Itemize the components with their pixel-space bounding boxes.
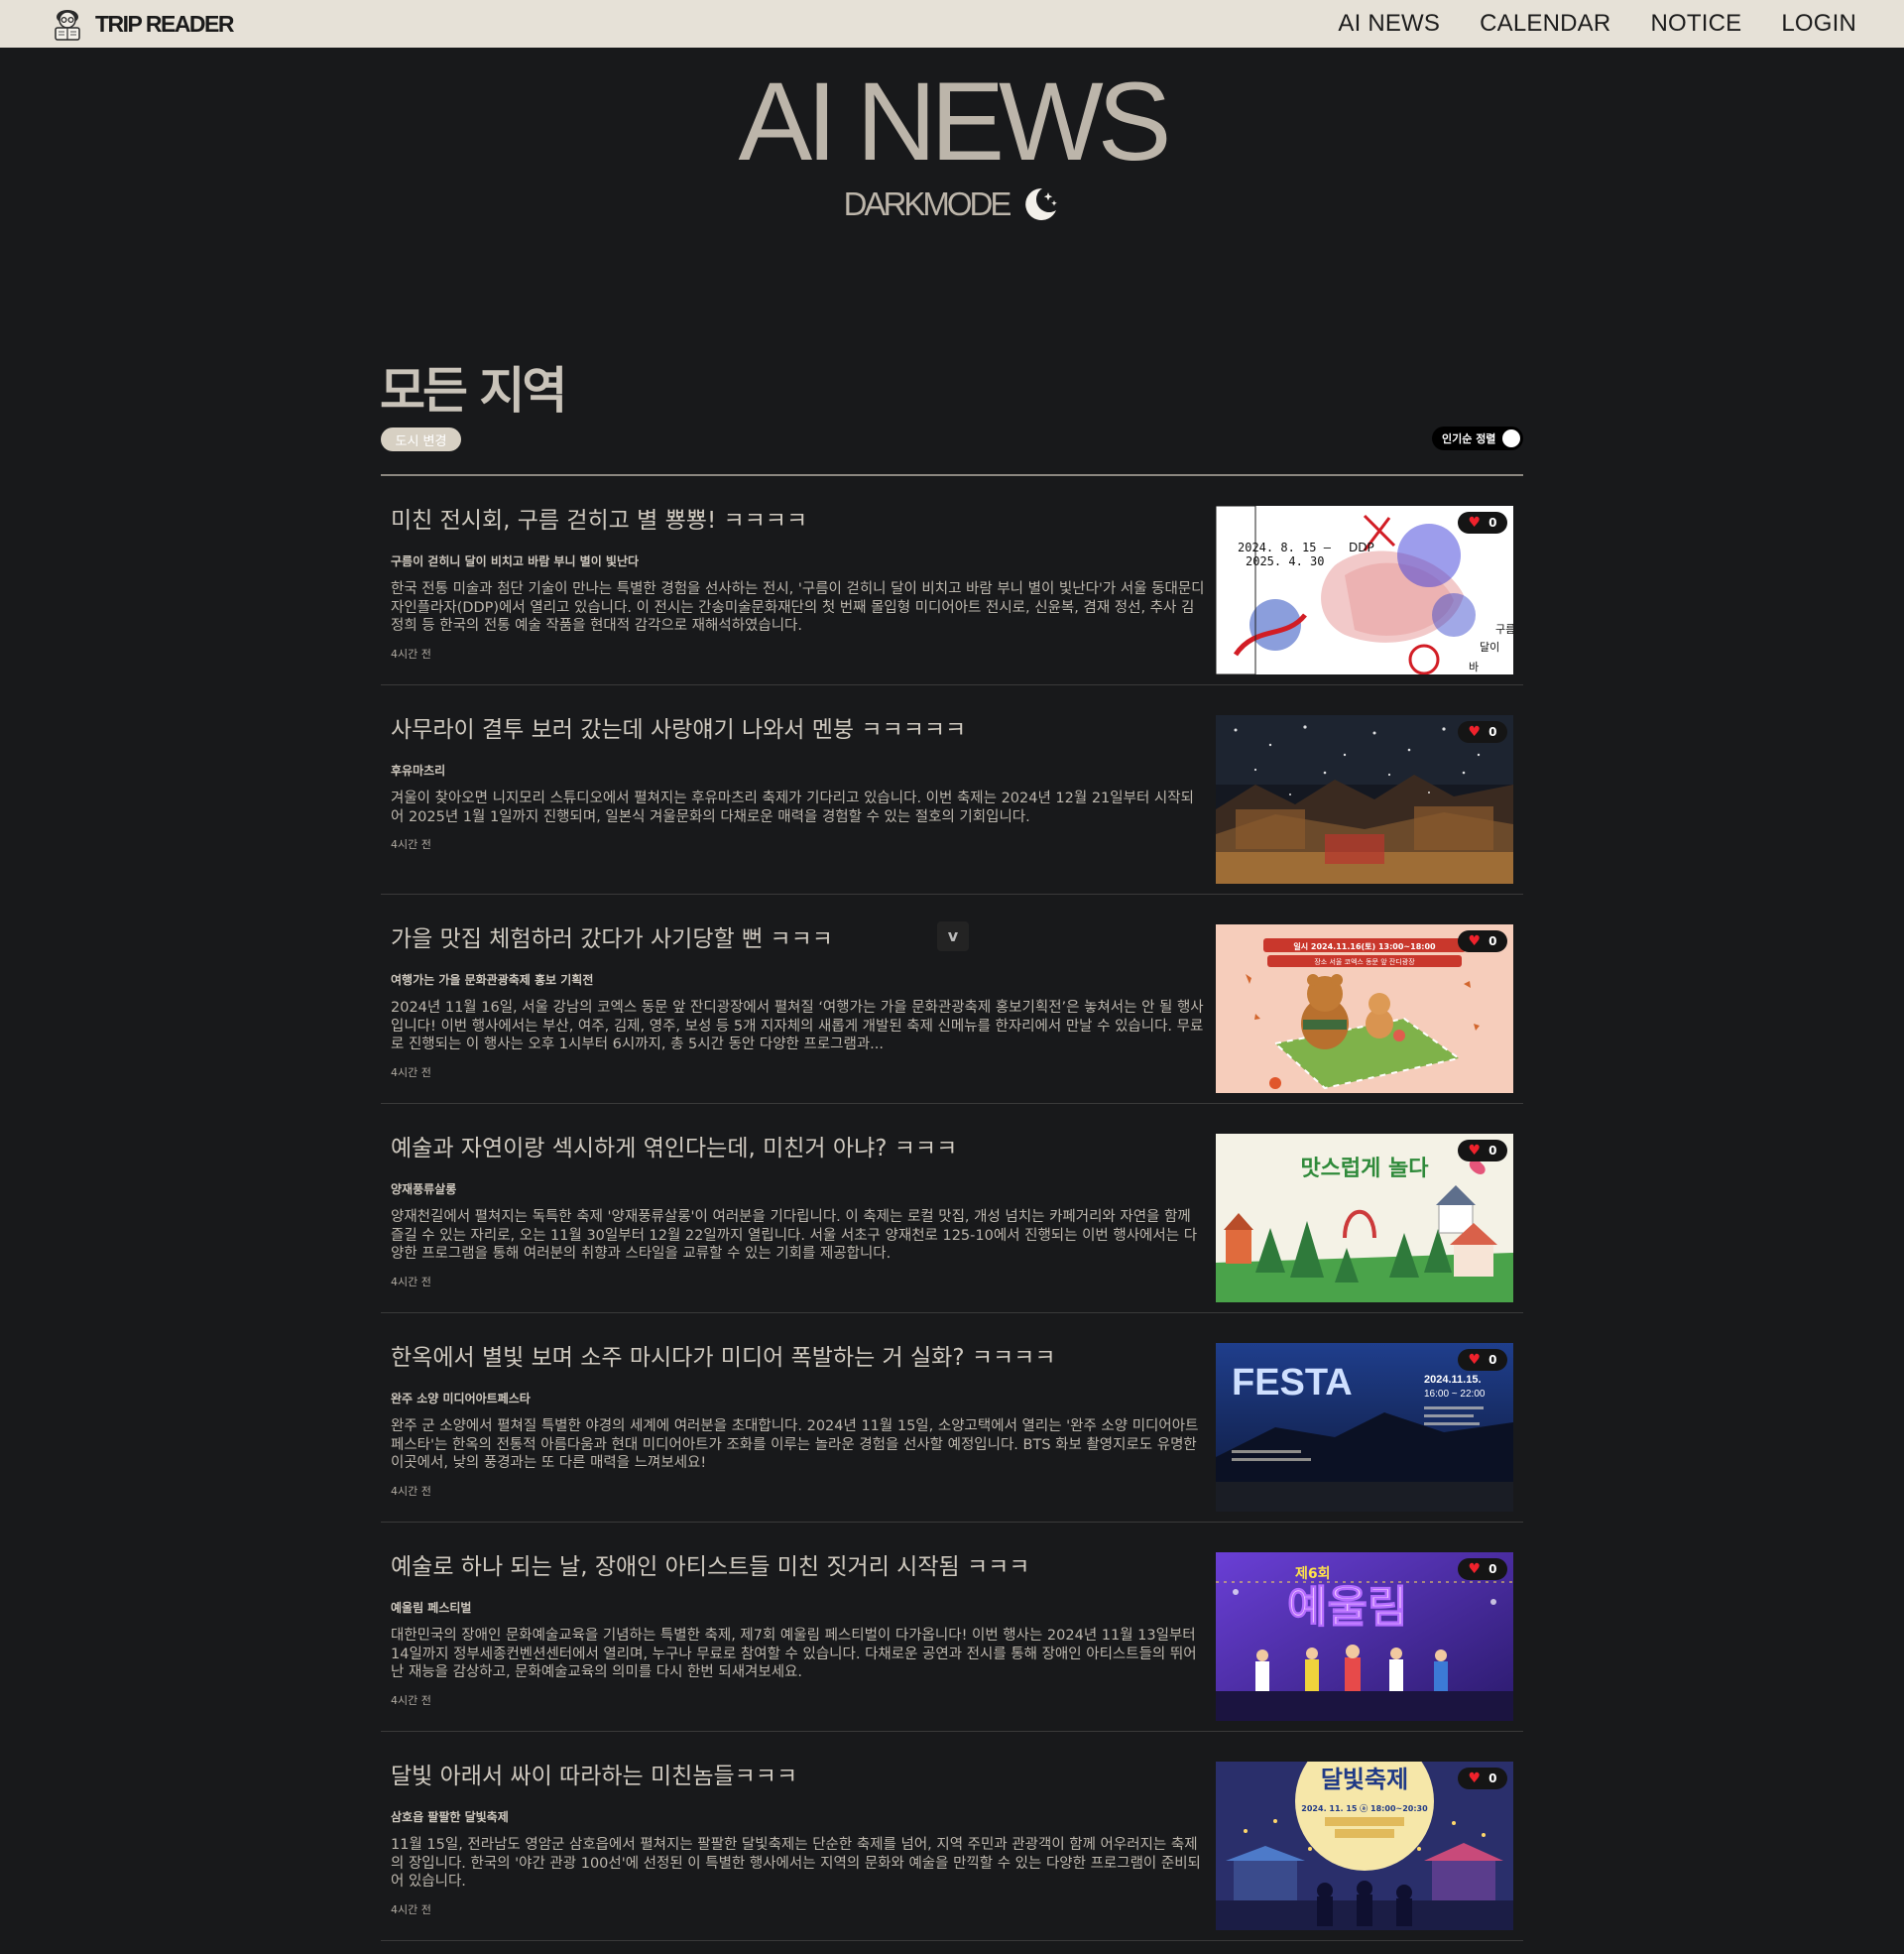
like-count: 0 bbox=[1488, 1771, 1497, 1785]
news-card-subtitle: 완주 소양 미디어아트페스타 bbox=[391, 1392, 531, 1405]
brand-name: TRIP READER bbox=[95, 10, 235, 37]
like-count: 0 bbox=[1488, 1562, 1497, 1576]
brand-home-link[interactable]: TRIP READER bbox=[48, 6, 235, 42]
poster-moon-date: 2024. 11. 15 ⓐ 18:00~20:30 bbox=[1301, 1803, 1428, 1813]
news-card-title[interactable]: 미친 전시회, 구름 걷히고 별 뿅뿅! ㅋㅋㅋㅋ bbox=[391, 506, 1184, 536]
news-card-thumbnail[interactable]: ♥ 0 bbox=[1216, 715, 1513, 884]
poster-edition: 제6회 bbox=[1295, 1566, 1331, 1582]
like-button[interactable]: ♥ 0 bbox=[1458, 1140, 1507, 1161]
news-card-thumbnail[interactable]: 제6회 예울림 ♥ 0 bbox=[1216, 1552, 1513, 1721]
region-title: 모든 지역 bbox=[380, 362, 567, 420]
news-card-title[interactable]: 한옥에서 별빛 보며 소주 마시다가 미디어 폭발하는 거 실화? ㅋㅋㅋㅋ bbox=[391, 1343, 1184, 1373]
news-card-subtitle: 삼호읍 팔팔한 달빛축제 bbox=[391, 1810, 509, 1824]
poster-festival-name: 예울림 bbox=[1287, 1582, 1407, 1633]
heart-icon: ♥ bbox=[1468, 1771, 1482, 1786]
poster-venue: DDP bbox=[1349, 541, 1374, 554]
poster-vertical-text-3: 바 bbox=[1469, 661, 1479, 673]
news-card-description: 한국 전통 미술과 첨단 기술이 만나는 특별한 경험을 선사하는 전시, '구… bbox=[391, 581, 1205, 634]
news-card-title[interactable]: 가을 맛집 체험하러 갔다가 사기당할 뻔 ㅋㅋㅋ bbox=[391, 924, 1184, 954]
poster-moon-title: 달빛축제 bbox=[1321, 1766, 1408, 1793]
heart-icon: ♥ bbox=[1468, 1143, 1482, 1159]
main-nav: AI NEWS CALENDAR NOTICE LOGIN bbox=[1298, 0, 1856, 48]
nav-link-login[interactable]: LOGIN bbox=[1781, 10, 1856, 38]
like-count: 0 bbox=[1488, 1353, 1497, 1367]
news-card-subtitle: 여행가는 가을 문화관광축제 홍보 기획전 bbox=[391, 973, 594, 987]
heart-icon: ♥ bbox=[1468, 1352, 1482, 1368]
news-card-time: 4시간 전 bbox=[391, 1903, 431, 1916]
news-card-thumbnail[interactable]: 일시 2024.11.16(토) 13:00~18:00 장소 서울 코엑스 동… bbox=[1216, 924, 1513, 1093]
nav-link-calendar[interactable]: CALENDAR bbox=[1480, 10, 1610, 38]
news-card[interactable]: 달빛 아래서 싸이 따라하는 미친놈들ㅋㅋㅋ 삼호읍 팔팔한 달빛축제 11월 … bbox=[381, 1732, 1523, 1941]
news-card-subtitle: 양재풍류살롱 bbox=[391, 1182, 457, 1196]
nav-link-notice[interactable]: NOTICE bbox=[1650, 10, 1741, 38]
news-card[interactable]: 사무라이 결투 보러 갔는데 사랑얘기 나와서 멘붕 ㅋㅋㅋㅋㅋ 후유마츠리 겨… bbox=[381, 685, 1523, 895]
heart-icon: ♥ bbox=[1468, 515, 1482, 531]
poster-place: 장소 서울 코엑스 동문 앞 잔디광장 bbox=[1314, 957, 1415, 966]
news-card[interactable]: 예술로 하나 되는 날, 장애인 아티스트들 미친 짓거리 시작됨 ㅋㅋㅋ 예울… bbox=[381, 1523, 1523, 1732]
news-card-description: 완주 군 소양에서 펼쳐질 특별한 야경의 세계에 여러분을 초대합니다. 20… bbox=[391, 1418, 1199, 1471]
news-card-title[interactable]: 달빛 아래서 싸이 따라하는 미친놈들ㅋㅋㅋ bbox=[391, 1762, 1184, 1791]
news-card-description: 11월 15일, 전라남도 영암군 삼호읍에서 펼쳐지는 팔팔한 달빛축제는 단… bbox=[391, 1837, 1201, 1890]
news-list: 미친 전시회, 구름 걷히고 별 뿅뿅! ㅋㅋㅋㅋ 구름이 걷히니 달이 비치고… bbox=[381, 476, 1523, 1941]
news-card-thumbnail[interactable]: FESTA 2024.11.15. 16:00 ~ 22:00 ♥ 0 bbox=[1216, 1343, 1513, 1512]
poster-festa-title: FESTA bbox=[1232, 1362, 1353, 1404]
news-card-description: 양재천길에서 펼쳐지는 독특한 축제 '양재풍류살롱'이 여러분을 기다립니다.… bbox=[391, 1209, 1198, 1262]
dark-mode-label: DARKMODE bbox=[843, 185, 1012, 222]
poster-festa-time: 16:00 ~ 22:00 bbox=[1424, 1389, 1486, 1400]
like-count: 0 bbox=[1488, 725, 1497, 739]
news-card-title[interactable]: 예술로 하나 되는 날, 장애인 아티스트들 미친 짓거리 시작됨 ㅋㅋㅋ bbox=[391, 1552, 1184, 1582]
poster-festa-date: 2024.11.15. bbox=[1424, 1374, 1482, 1386]
news-card-subtitle: 예울림 페스티벌 bbox=[391, 1601, 472, 1615]
change-city-button[interactable]: 도시 변경 bbox=[381, 427, 461, 451]
news-card-subtitle: 구름이 걷히니 달이 비치고 바람 부니 별이 빛난다 bbox=[391, 554, 640, 568]
heart-icon: ♥ bbox=[1468, 933, 1482, 949]
news-card-time: 4시간 전 bbox=[391, 838, 431, 851]
nav-link-ai-news[interactable]: AI NEWS bbox=[1338, 10, 1440, 38]
news-card-description: 대한민국의 장애인 문화예술교육을 기념하는 특별한 축제, 제7회 예울림 페… bbox=[391, 1628, 1197, 1680]
like-count: 0 bbox=[1488, 934, 1497, 948]
like-count: 0 bbox=[1488, 516, 1497, 530]
poster-vertical-text-2: 달이 bbox=[1480, 641, 1499, 654]
poster-datetime: 일시 2024.11.16(토) 13:00~18:00 bbox=[1293, 941, 1436, 951]
news-card-time: 4시간 전 bbox=[391, 648, 431, 661]
chevron-down-icon[interactable]: v bbox=[937, 921, 969, 951]
like-button[interactable]: ♥ 0 bbox=[1458, 1558, 1507, 1580]
news-card-time: 4시간 전 bbox=[391, 1276, 431, 1288]
poster-date-end: 2025. 4. 30 bbox=[1246, 554, 1324, 568]
top-navigation-bar: TRIP READER AI NEWS CALENDAR NOTICE LOGI… bbox=[0, 0, 1904, 48]
news-card-title[interactable]: 사무라이 결투 보러 갔는데 사랑얘기 나와서 멘붕 ㅋㅋㅋㅋㅋ bbox=[391, 715, 1184, 745]
like-button[interactable]: ♥ 0 bbox=[1458, 1349, 1507, 1371]
poster-vertical-text-1: 구름이 bbox=[1495, 623, 1513, 636]
news-card[interactable]: 한옥에서 별빛 보며 소주 마시다가 미디어 폭발하는 거 실화? ㅋㅋㅋㅋ 완… bbox=[381, 1313, 1523, 1523]
news-card-description: 겨울이 찾아오면 니지모리 스튜디오에서 펼쳐지는 후유마츠리 축제가 기다리고… bbox=[391, 791, 1194, 825]
like-count: 0 bbox=[1488, 1144, 1497, 1158]
news-card-description: 2024년 11월 16일, 서울 강남의 코엑스 동문 앞 잔디광장에서 펼쳐… bbox=[391, 1000, 1204, 1052]
news-card-title[interactable]: 예술과 자연이랑 섹시하게 엮인다는데, 미친거 아냐? ㅋㅋㅋ bbox=[391, 1134, 1184, 1163]
news-card[interactable]: 예술과 자연이랑 섹시하게 엮인다는데, 미친거 아냐? ㅋㅋㅋ 양재풍류살롱 … bbox=[381, 1104, 1523, 1313]
like-button[interactable]: ♥ 0 bbox=[1458, 1768, 1507, 1789]
popular-sort-label: 인기순 정렬 bbox=[1442, 432, 1496, 445]
moon-stars-icon[interactable] bbox=[1020, 184, 1060, 224]
news-card-time: 4시간 전 bbox=[391, 1485, 431, 1498]
news-card-subtitle: 후유마츠리 bbox=[391, 764, 446, 778]
news-card-time: 4시간 전 bbox=[391, 1694, 431, 1707]
page-title: AI NEWS bbox=[738, 60, 1172, 183]
news-card-time: 4시간 전 bbox=[391, 1066, 431, 1079]
dark-mode-toggle-row: DARKMODE bbox=[0, 184, 1904, 224]
news-card-thumbnail[interactable]: 2024. 8. 15 — 2025. 4. 30 DDP 구름이 달이 바 ♥… bbox=[1216, 506, 1513, 674]
like-button[interactable]: ♥ 0 bbox=[1458, 512, 1507, 534]
poster-date-start: 2024. 8. 15 — bbox=[1238, 541, 1332, 554]
reader-mascot-icon bbox=[55, 10, 80, 41]
like-button[interactable]: ♥ 0 bbox=[1458, 721, 1507, 743]
like-button[interactable]: ♥ 0 bbox=[1458, 930, 1507, 952]
popular-sort-toggle[interactable]: 인기순 정렬 bbox=[1432, 427, 1523, 450]
heart-icon: ♥ bbox=[1468, 1561, 1482, 1577]
news-card-thumbnail[interactable]: 달빛축제 2024. 11. 15 ⓐ 18:00~20:30 ♥ 0 bbox=[1216, 1762, 1513, 1930]
news-card-thumbnail[interactable]: 맛스럽게 놀다 ♥ 0 bbox=[1216, 1134, 1513, 1302]
news-card[interactable]: 미친 전시회, 구름 걷히고 별 뿅뿅! ㅋㅋㅋㅋ 구름이 걷히니 달이 비치고… bbox=[381, 476, 1523, 685]
heart-icon: ♥ bbox=[1468, 724, 1482, 740]
toggle-knob bbox=[1502, 429, 1520, 447]
poster-slogan: 맛스럽게 놀다 bbox=[1300, 1157, 1429, 1181]
